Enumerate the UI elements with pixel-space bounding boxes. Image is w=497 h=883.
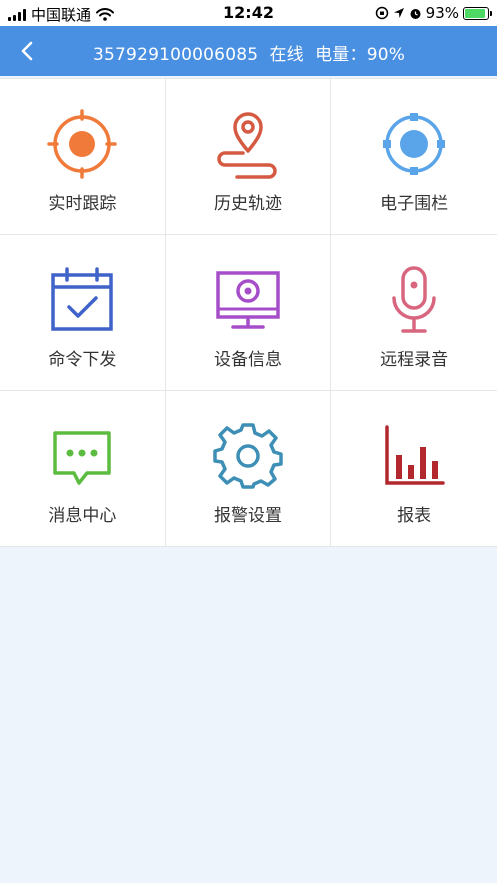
chevron-left-icon: [21, 41, 33, 61]
chat-bubble-icon: [47, 421, 117, 491]
alarm-icon: [410, 8, 421, 19]
page-title: 357929100006085 在线 电量：90%: [93, 40, 405, 65]
menu-item-alarm-settings[interactable]: 报警设置: [165, 391, 332, 547]
menu-item-label: 历史轨迹: [213, 194, 282, 214]
bar-chart-icon: [379, 421, 449, 491]
menu-item-realtime-tracking[interactable]: 实时跟踪: [0, 79, 166, 235]
online-status: 在线: [269, 45, 304, 65]
menu-item-label: 远程录音: [380, 350, 449, 370]
back-button[interactable]: [10, 34, 44, 68]
device-id: 357929100006085: [93, 45, 259, 65]
menu-item-label: 命令下发: [48, 350, 117, 370]
calendar-check-icon: [47, 265, 117, 335]
menu-item-message-center[interactable]: 消息中心: [0, 391, 166, 547]
menu-item-label: 实时跟踪: [48, 194, 117, 214]
location-arrow-icon: [393, 8, 404, 18]
menu-item-send-command[interactable]: 命令下发: [0, 235, 166, 391]
gear-icon: [213, 421, 283, 491]
menu-item-label: 消息中心: [48, 506, 117, 526]
battery-icon: [463, 6, 492, 20]
menu-item-label: 电子围栏: [380, 194, 449, 214]
menu-item-label: 报警设置: [213, 506, 282, 526]
menu-item-label: 设备信息: [213, 350, 282, 370]
app-header: 357929100006085 在线 电量：90%: [0, 26, 497, 76]
monitor-icon: [213, 265, 283, 335]
menu-item-remote-recording[interactable]: 远程录音: [331, 235, 497, 391]
menu-item-label: 报表: [397, 506, 432, 526]
menu-item-history-track[interactable]: 历史轨迹: [165, 79, 332, 235]
microphone-icon: [379, 265, 449, 335]
menu-item-device-info[interactable]: 设备信息: [165, 235, 332, 391]
device-battery: 电量：90%: [315, 45, 406, 65]
orientation-lock-icon: [375, 6, 388, 20]
geofence-icon: [379, 109, 449, 179]
crosshair-target-icon: [47, 109, 118, 179]
battery-percent: 93%: [425, 4, 459, 22]
function-grid: 实时跟踪 历史轨迹 电子围栏 命令下发 设备信息 远程录音 消息中心 报警设置 …: [0, 78, 497, 547]
menu-item-report[interactable]: 报表: [331, 391, 497, 547]
map-pin-route-icon: [213, 109, 283, 179]
status-bar: 中国联通 12:42 93%: [0, 0, 497, 26]
battery-fill: [465, 8, 486, 18]
menu-item-geofence[interactable]: 电子围栏: [331, 79, 497, 235]
status-right: 93%: [375, 4, 492, 22]
